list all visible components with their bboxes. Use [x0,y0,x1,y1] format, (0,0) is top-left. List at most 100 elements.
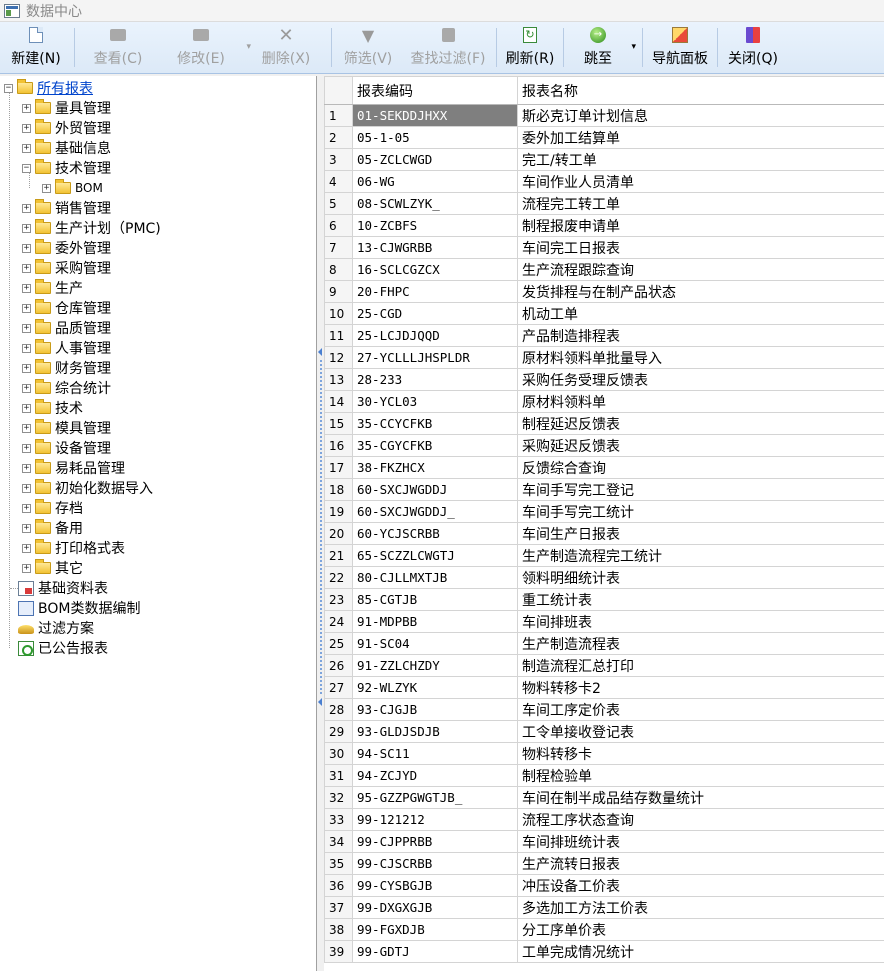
report-code-cell[interactable]: 85-CGTJB [352,588,518,611]
report-name-cell[interactable]: 制程检验单 [517,764,884,787]
tree-group[interactable]: + 其它 [22,558,83,578]
tree-group[interactable]: + 易耗品管理 [22,458,125,478]
tree-group[interactable]: + 财务管理 [22,358,111,378]
tree-group[interactable]: + 生产计划（PMC) [22,218,161,238]
report-name-cell[interactable]: 车间手写完工登记 [517,478,884,501]
report-code-cell[interactable]: 60-SXCJWGDDJ [352,478,518,501]
expand-icon[interactable]: + [22,563,31,573]
tree-root[interactable]: − 所有报表 [4,78,93,98]
table-row[interactable]: 33 99-121212 流程工序状态查询 [324,808,884,831]
expand-icon[interactable]: + [22,303,31,313]
report-code-cell[interactable]: 10-ZCBFS [352,214,518,237]
expand-icon[interactable]: + [22,263,31,273]
report-code-cell[interactable]: 05-1-05 [352,126,518,149]
report-name-cell[interactable]: 车间完工日报表 [517,236,884,259]
expand-icon[interactable]: + [22,383,31,393]
report-name-cell[interactable]: 采购延迟反馈表 [517,434,884,457]
report-name-cell[interactable]: 冲压设备工价表 [517,874,884,897]
table-row[interactable]: 24 91-MDPBB 车间排班表 [324,610,884,633]
table-row[interactable]: 39 99-GDTJ 工单完成情况统计 [324,940,884,963]
report-code-cell[interactable]: 28-233 [352,368,518,391]
collapse-icon[interactable]: − [4,83,13,93]
column-header-name[interactable]: 报表名称 [517,76,884,105]
table-row[interactable]: 29 93-GLDJSDJB 工令单接收登记表 [324,720,884,743]
report-name-cell[interactable]: 机动工单 [517,302,884,325]
tree-group[interactable]: + 备用 [22,518,83,538]
table-row[interactable]: 2 05-1-05 委外加工结算单 [324,126,884,149]
tree-group[interactable]: − 技术管理 [22,158,111,178]
report-grid[interactable]: 报表编码 报表名称 1 01-SEKDDJHXX 斯必克订单计划信息 2 05-1-05… [324,76,884,971]
report-code-cell[interactable]: 93-CJGJB [352,698,518,721]
report-code-cell[interactable]: 60-YCJSCRBB [352,522,518,545]
report-code-cell[interactable]: 99-GDTJ [352,940,518,963]
expand-icon[interactable]: + [22,363,31,373]
tree-group[interactable]: + 综合统计 [22,378,111,398]
expand-icon[interactable]: + [22,203,31,213]
table-row[interactable]: 12 27-YCLLLJHSPLDR 原材料领料单批量导入 [324,346,884,369]
report-tree[interactable]: − 所有报表 + 量具管理 + 外贸管理 + 基础信息 − 技术管理 + BOM + 销售管理 + 生产计… [0,76,317,971]
table-row[interactable]: 4 06-WG 车间作业人员清单 [324,170,884,193]
tree-group[interactable]: + 技术 [22,398,83,418]
table-row[interactable]: 26 91-ZZLCHZDY 制造流程汇总打印 [324,654,884,677]
report-name-cell[interactable]: 车间作业人员清单 [517,170,884,193]
report-name-cell[interactable]: 产品制造排程表 [517,324,884,347]
report-name-cell[interactable]: 制程延迟反馈表 [517,412,884,435]
report-code-cell[interactable]: 05-ZCLCWGD [352,148,518,171]
report-code-cell[interactable]: 91-MDPBB [352,610,518,633]
table-row[interactable]: 20 60-YCJSCRBB 车间生产日报表 [324,522,884,545]
table-row[interactable]: 35 99-CJSCRBB 生产流转日报表 [324,852,884,875]
table-row[interactable]: 25 91-SC04 生产制造流程表 [324,632,884,655]
report-code-cell[interactable]: 06-WG [352,170,518,193]
table-row[interactable]: 28 93-CJGJB 车间工序定价表 [324,698,884,721]
tree-group[interactable]: + 设备管理 [22,438,111,458]
report-name-cell[interactable]: 原材料领料单批量导入 [517,346,884,369]
report-name-cell[interactable]: 生产流程跟踪查询 [517,258,884,281]
report-code-cell[interactable]: 99-CJSCRBB [352,852,518,875]
tree-leaf-bom-data[interactable]: BOM类数据编制 [4,598,140,618]
report-code-cell[interactable]: 93-GLDJSDJB [352,720,518,743]
report-code-cell[interactable]: 91-ZZLCHZDY [352,654,518,677]
expand-icon[interactable]: + [22,443,31,453]
tree-group[interactable]: + 销售管理 [22,198,111,218]
report-name-cell[interactable]: 发货排程与在制产品状态 [517,280,884,303]
jump-button[interactable]: → 跳至 ▾ [566,22,636,73]
table-row[interactable]: 10 25-CGD 机动工单 [324,302,884,325]
report-code-cell[interactable]: 35-CCYCFKB [352,412,518,435]
report-name-cell[interactable]: 领料明细统计表 [517,566,884,589]
report-code-cell[interactable]: 27-YCLLLJHSPLDR [352,346,518,369]
expand-icon[interactable]: + [42,183,51,193]
expand-icon[interactable]: + [22,223,31,233]
expand-icon[interactable]: + [22,463,31,473]
report-name-cell[interactable]: 反馈综合查询 [517,456,884,479]
report-name-cell[interactable]: 车间在制半成品结存数量统计 [517,786,884,809]
table-row[interactable]: 6 10-ZCBFS 制程报废申请单 [324,214,884,237]
report-name-cell[interactable]: 物料转移卡2 [517,676,884,699]
report-code-cell[interactable]: 25-CGD [352,302,518,325]
report-name-cell[interactable]: 车间排班表 [517,610,884,633]
table-row[interactable]: 31 94-ZCJYD 制程检验单 [324,764,884,787]
tree-group[interactable]: + 初始化数据导入 [22,478,153,498]
expand-icon[interactable]: + [22,243,31,253]
report-name-cell[interactable]: 车间排班统计表 [517,830,884,853]
report-code-cell[interactable]: 99-CJPPRBB [352,830,518,853]
report-name-cell[interactable]: 车间生产日报表 [517,522,884,545]
report-name-cell[interactable]: 生产制造流程完工统计 [517,544,884,567]
report-code-cell[interactable]: 30-YCL03 [352,390,518,413]
report-name-cell[interactable]: 物料转移卡 [517,742,884,765]
table-row[interactable]: 9 20-FHPC 发货排程与在制产品状态 [324,280,884,303]
table-row[interactable]: 22 80-CJLLMXTJB 领料明细统计表 [324,566,884,589]
report-name-cell[interactable]: 多选加工方法工价表 [517,896,884,919]
table-row[interactable]: 34 99-CJPPRBB 车间排班统计表 [324,830,884,853]
new-button[interactable]: 新建(N) [0,22,72,73]
tree-group[interactable]: + 模具管理 [22,418,111,438]
report-code-cell[interactable]: 80-CJLLMXTJB [352,566,518,589]
report-code-cell[interactable]: 08-SCWLZYK_ [352,192,518,215]
report-name-cell[interactable]: 完工/转工单 [517,148,884,171]
expand-icon[interactable]: + [22,483,31,493]
report-name-cell[interactable]: 车间手写完工统计 [517,500,884,523]
expand-icon[interactable]: + [22,143,31,153]
report-name-cell[interactable]: 制程报废申请单 [517,214,884,237]
table-row[interactable]: 19 60-SXCJWGDDJ_ 车间手写完工统计 [324,500,884,523]
collapse-left-arrow-icon[interactable] [318,698,322,706]
tree-leaf-filter-scheme[interactable]: 过滤方案 [4,618,94,638]
